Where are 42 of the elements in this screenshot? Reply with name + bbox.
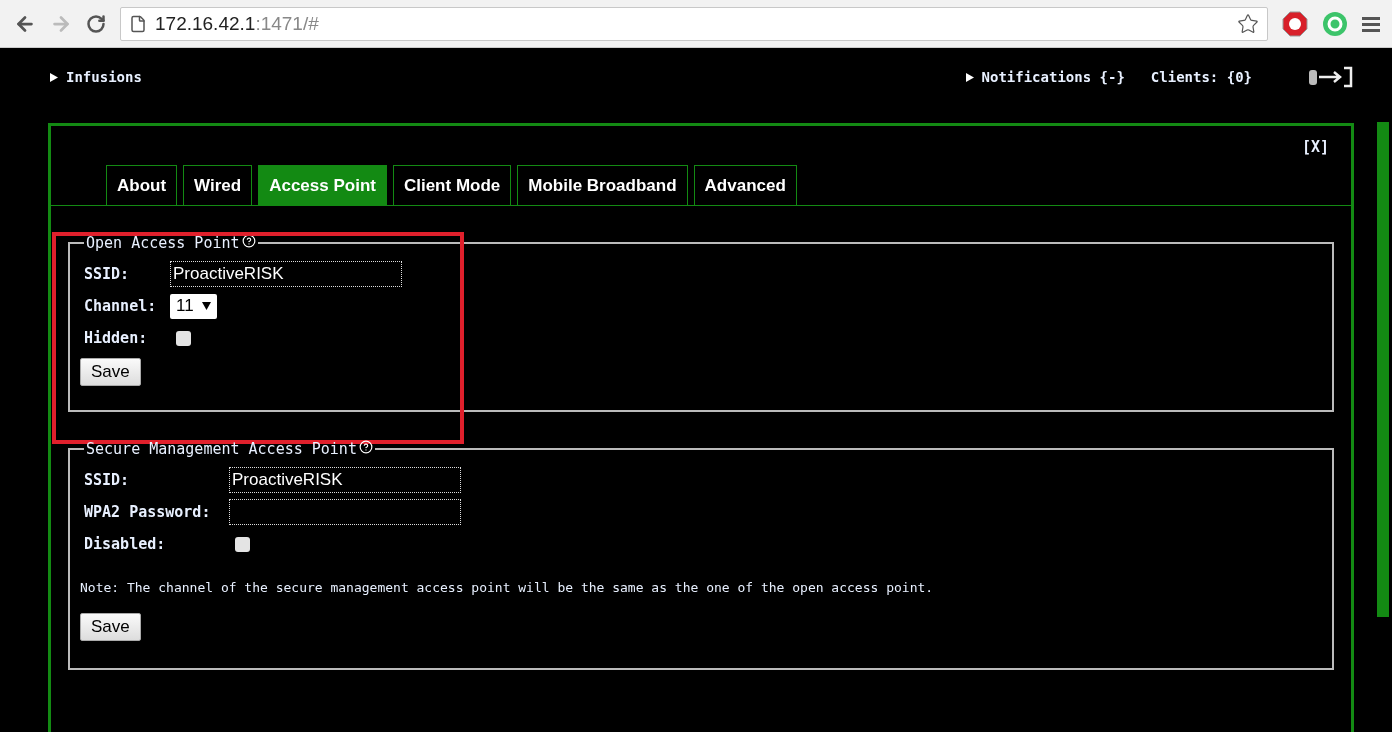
- close-button[interactable]: [X]: [1301, 138, 1329, 156]
- triangle-icon: [965, 72, 974, 82]
- tab[interactable]: Access Point: [258, 165, 387, 205]
- url-host: 172.16.42.1: [155, 12, 256, 35]
- tab[interactable]: Wired: [183, 165, 253, 205]
- url-path: :1471/#: [255, 12, 319, 35]
- save-button[interactable]: Save: [80, 358, 141, 386]
- save-button[interactable]: Save: [80, 613, 141, 641]
- section-title: Open Access Point: [86, 234, 240, 252]
- tab[interactable]: Advanced: [693, 165, 797, 205]
- infusions-link[interactable]: Infusions: [50, 69, 142, 85]
- tab[interactable]: About: [106, 165, 178, 205]
- help-icon[interactable]: [241, 234, 256, 248]
- channel-dropdown[interactable]: 11: [170, 293, 217, 319]
- menu-icon[interactable]: [1362, 15, 1380, 32]
- field-label: Channel:: [84, 297, 158, 315]
- field-label: Disabled:: [84, 535, 167, 553]
- notifications-link[interactable]: Notifications {-}: [965, 69, 1125, 85]
- star-icon[interactable]: [1237, 12, 1259, 35]
- tab[interactable]: Client Mode: [392, 165, 512, 205]
- ssid-field[interactable]: ProactiveRISK: [170, 261, 402, 287]
- address-bar[interactable]: 172.16.42.1:1471/#: [120, 6, 1268, 41]
- checkbox[interactable]: [235, 536, 250, 552]
- stop-sign-icon[interactable]: [1282, 10, 1308, 37]
- checkbox[interactable]: [176, 330, 191, 346]
- help-icon[interactable]: [358, 440, 373, 454]
- caret-icon: [201, 302, 211, 310]
- field-label: Hidden:: [84, 329, 149, 347]
- field-label: SSID:: [84, 265, 131, 283]
- triangle-icon: [50, 72, 58, 82]
- scrollbar[interactable]: [1377, 122, 1389, 617]
- logout-icon[interactable]: [1308, 66, 1354, 88]
- password-field[interactable]: [229, 499, 461, 525]
- page-icon: [129, 14, 147, 33]
- field-label: SSID:: [84, 471, 131, 489]
- reload-icon[interactable]: [86, 13, 106, 34]
- section-title: Secure Management Access Point: [86, 440, 357, 458]
- clients-link[interactable]: Clients: {0}: [1150, 69, 1252, 85]
- tab[interactable]: Mobile Broadband: [517, 165, 688, 205]
- note-text: Note: The channel of the secure management access point will be the same as the one of the open access point.: [80, 580, 935, 595]
- field-label: WPA2 Password:: [84, 503, 212, 521]
- ssid-field[interactable]: ProactiveRISK: [229, 467, 461, 493]
